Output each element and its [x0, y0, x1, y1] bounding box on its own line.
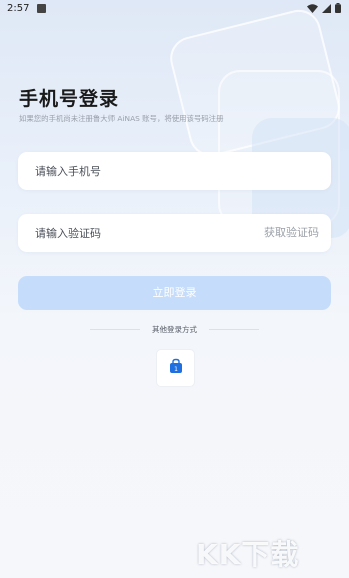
login-button[interactable]: 立即登录 — [18, 276, 331, 310]
other-login-label: 其他登录方式 — [152, 325, 197, 334]
notification-icon — [37, 4, 46, 13]
status-icons — [307, 3, 341, 13]
wifi-icon — [307, 3, 318, 13]
phone-input[interactable] — [35, 152, 235, 190]
signal-icon — [322, 3, 331, 13]
code-field-container: 获取验证码 — [18, 214, 331, 252]
watermark: KK下载 — [196, 538, 300, 571]
get-code-button[interactable]: 获取验证码 — [264, 214, 319, 252]
page-title: 手机号登录 — [19, 88, 120, 110]
status-bar: 2:57 — [0, 0, 349, 18]
divider-right — [209, 329, 259, 330]
bag-icon: 1 — [168, 358, 184, 378]
page-subtitle: 如果您的手机尚未注册鲁大师 AiNAS 账号，将使用该号码注册 — [19, 114, 224, 123]
phone-field-container — [18, 152, 331, 190]
bag-icon-badge: 1 — [174, 366, 178, 373]
alternate-login-button[interactable]: 1 — [156, 349, 195, 387]
status-time: 2:57 — [7, 3, 30, 14]
verification-code-input[interactable] — [35, 214, 235, 252]
battery-icon — [335, 3, 341, 13]
